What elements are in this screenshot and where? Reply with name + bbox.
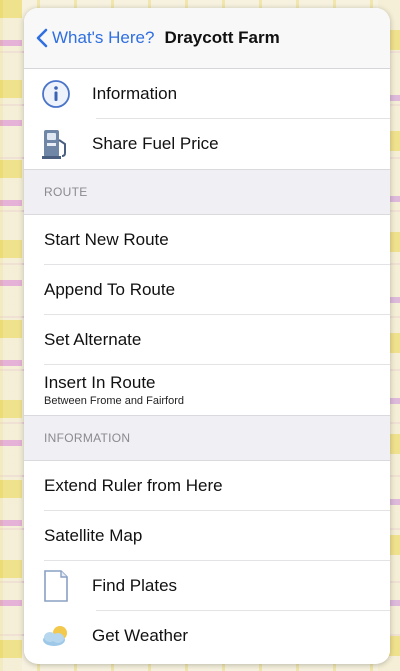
- back-button[interactable]: What's Here?: [36, 28, 154, 48]
- share-fuel-price-item[interactable]: Share Fuel Price: [24, 119, 390, 169]
- share-fuel-price-label: Share Fuel Price: [92, 134, 219, 153]
- document-icon: [40, 570, 72, 602]
- weather-icon: [40, 620, 72, 652]
- satellite-map-item[interactable]: Satellite Map: [24, 511, 390, 561]
- insert-in-route-item[interactable]: Insert In Route Between Frome and Fairfo…: [24, 365, 390, 415]
- navigation-bar: What's Here? Draycott Farm: [24, 8, 390, 69]
- whats-here-popover: What's Here? Draycott Farm Information S…: [24, 8, 390, 664]
- start-new-route-label: Start New Route: [44, 230, 169, 249]
- append-to-route-label: Append To Route: [44, 280, 176, 299]
- extend-ruler-label: Extend Ruler from Here: [44, 476, 223, 495]
- get-weather-label: Get Weather: [92, 626, 189, 645]
- section-header-information: INFORMATION: [24, 415, 390, 461]
- extend-ruler-item[interactable]: Extend Ruler from Here: [24, 461, 390, 511]
- set-alternate-label: Set Alternate: [44, 330, 142, 349]
- set-alternate-item[interactable]: Set Alternate: [24, 315, 390, 365]
- information-item[interactable]: Information: [24, 69, 390, 119]
- page-title: Draycott Farm: [164, 28, 280, 47]
- information-label: Information: [92, 84, 178, 103]
- append-to-route-item[interactable]: Append To Route: [24, 265, 390, 315]
- satellite-map-label: Satellite Map: [44, 526, 143, 545]
- insert-in-route-sublabel: Between Frome and Fairford: [44, 395, 185, 407]
- find-plates-item[interactable]: Find Plates: [24, 561, 390, 611]
- find-plates-label: Find Plates: [92, 576, 178, 595]
- chevron-left-icon: [36, 28, 48, 48]
- back-label: What's Here?: [52, 28, 155, 47]
- fuel-pump-icon: [40, 128, 72, 160]
- info-icon: [40, 78, 72, 110]
- start-new-route-item[interactable]: Start New Route: [24, 215, 390, 265]
- action-list: Information Share Fuel Price ROUTE Start…: [24, 69, 390, 661]
- section-header-route: ROUTE: [24, 169, 390, 215]
- get-weather-item[interactable]: Get Weather: [24, 611, 390, 661]
- insert-in-route-label: Insert In Route: [44, 373, 156, 392]
